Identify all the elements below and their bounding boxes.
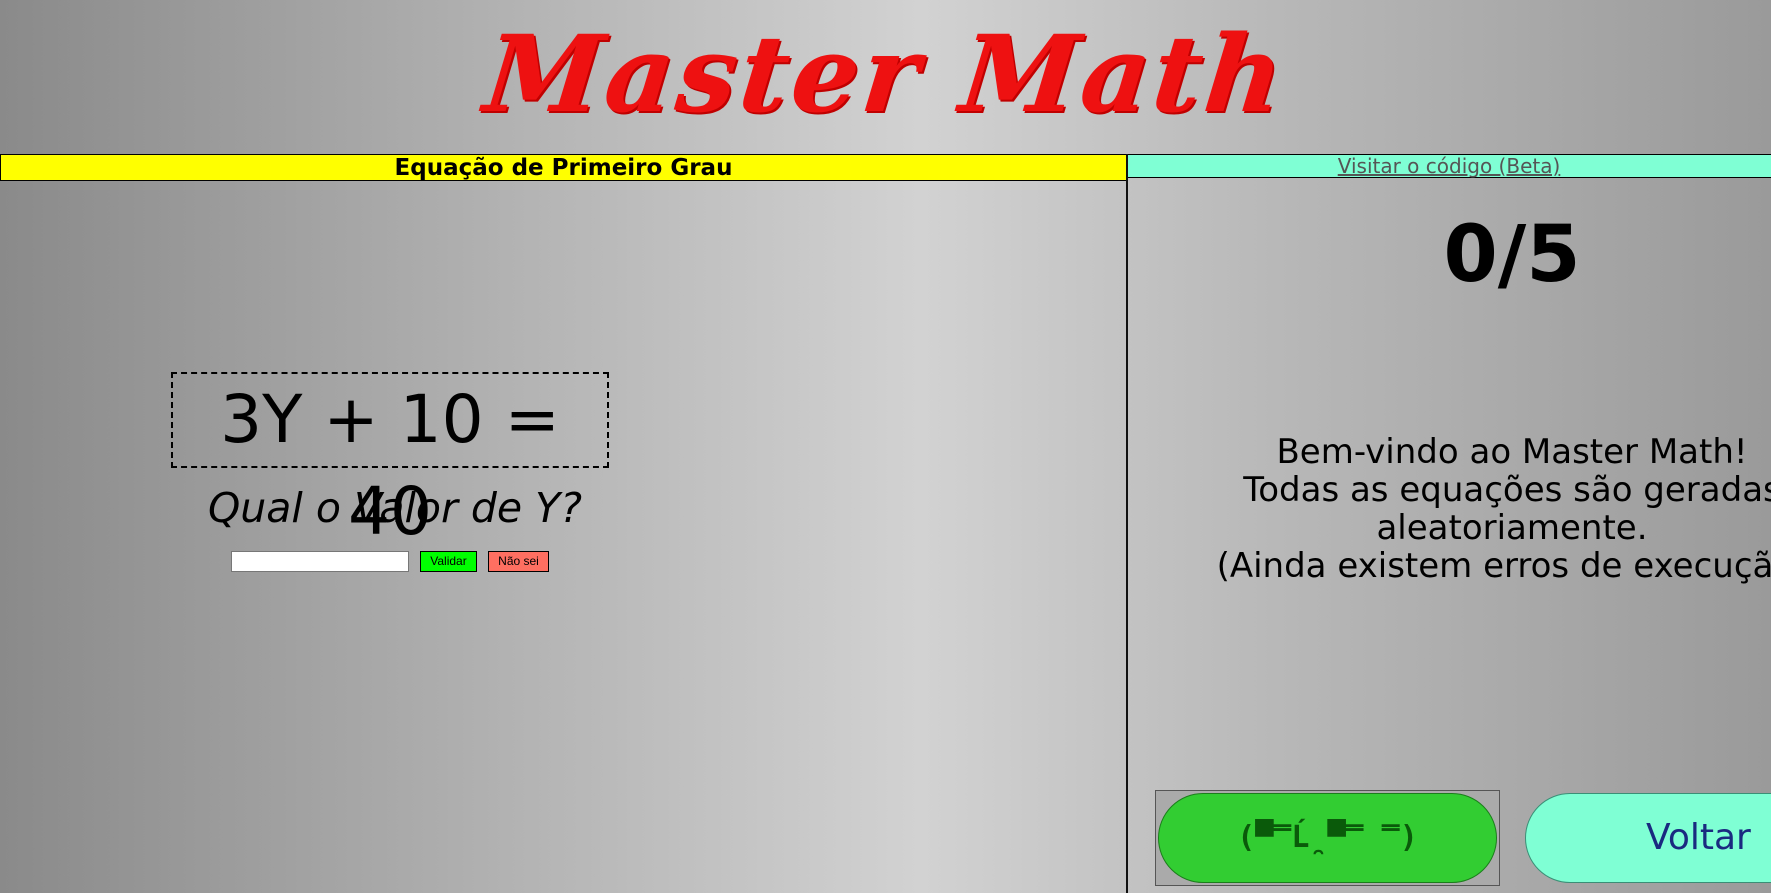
section-header-equation-type: Equação de Primeiro Grau <box>0 154 1127 181</box>
score-counter: 0/5 <box>1443 210 1581 300</box>
welcome-line: (Ainda existem erros de execução) <box>1216 546 1771 586</box>
equation-display: 3Y + 10 = 40 <box>171 372 609 550</box>
validate-button[interactable]: Validar <box>420 551 477 572</box>
question-text: Qual o Valor de Y? <box>208 484 582 532</box>
welcome-line: aleatoriamente. <box>1376 508 1648 548</box>
dont-know-button[interactable]: Não sei <box>488 551 549 572</box>
welcome-line: Bem-vindo ao Master Math! <box>1276 432 1748 472</box>
welcome-line: Todas as equações são geradas <box>1243 470 1771 510</box>
emoji-face-button[interactable]: (▀̿Ĺ̯▀̿ ̿) <box>1158 793 1497 883</box>
visit-code-link[interactable]: Visitar o código (Beta) <box>1338 154 1561 178</box>
welcome-message: Bem-vindo ao Master Math! Todas as equaç… <box>1127 433 1771 585</box>
code-link-bar: Visitar o código (Beta) <box>1127 154 1771 178</box>
answer-input[interactable] <box>231 551 409 572</box>
back-button[interactable]: Voltar <box>1525 793 1771 883</box>
app-title: Master Math <box>479 11 1293 136</box>
